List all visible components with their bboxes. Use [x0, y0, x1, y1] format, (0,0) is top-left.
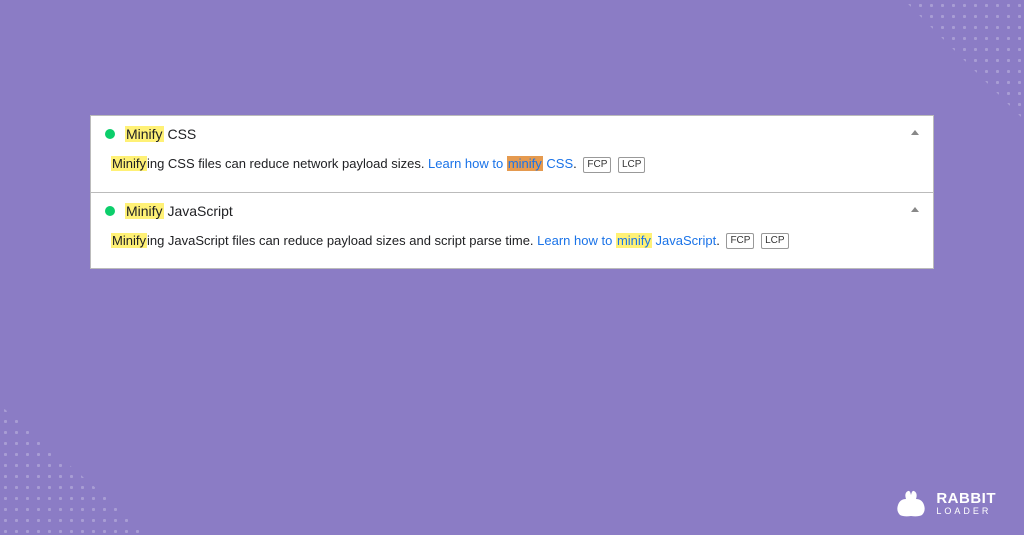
- audit-title: Minify JavaScript: [125, 203, 233, 219]
- highlight: Minify: [111, 156, 147, 171]
- brand-name: RABBIT LOADER: [936, 491, 996, 516]
- audit-row[interactable]: Minify CSS Minifying CSS files can reduc…: [91, 116, 933, 192]
- decorative-dots-bottom: [0, 405, 150, 535]
- audit-header[interactable]: Minify CSS: [91, 116, 933, 150]
- highlight: Minify: [125, 126, 164, 142]
- brand-logo: RABBIT LOADER: [894, 489, 996, 517]
- decorative-dots-top: [904, 0, 1024, 120]
- status-pass-icon: [105, 206, 115, 216]
- learn-more-link[interactable]: Learn how to minify CSS: [428, 156, 573, 171]
- rabbit-icon: [894, 489, 928, 517]
- audit-description: Minifying JavaScript files can reduce pa…: [91, 227, 933, 269]
- metric-badge: FCP: [726, 233, 754, 249]
- audit-header[interactable]: Minify JavaScript: [91, 193, 933, 227]
- audit-title: Minify CSS: [125, 126, 196, 142]
- status-pass-icon: [105, 129, 115, 139]
- audit-description: Minifying CSS files can reduce network p…: [91, 150, 933, 192]
- chevron-up-icon[interactable]: [911, 130, 919, 135]
- highlight: Minify: [111, 233, 147, 248]
- highlight: minify: [507, 156, 543, 171]
- metric-badge: LCP: [618, 157, 645, 173]
- chevron-up-icon[interactable]: [911, 207, 919, 212]
- audit-row[interactable]: Minify JavaScript Minifying JavaScript f…: [91, 192, 933, 269]
- metric-badge: LCP: [761, 233, 788, 249]
- audit-panel: Minify CSS Minifying CSS files can reduc…: [90, 115, 934, 269]
- learn-more-link[interactable]: Learn how to minify JavaScript: [537, 233, 716, 248]
- highlight: Minify: [125, 203, 164, 219]
- metric-badge: FCP: [583, 157, 611, 173]
- highlight: minify: [616, 233, 652, 248]
